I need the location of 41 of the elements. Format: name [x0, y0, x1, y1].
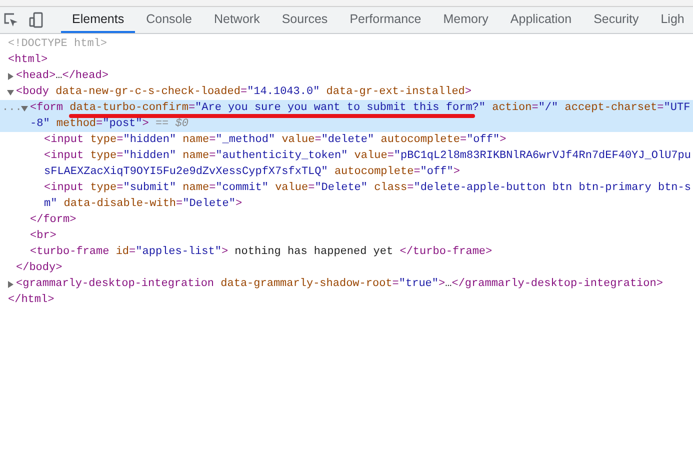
- dom-node-row[interactable]: ... <form data-turbo-confirm="Are you sure you want to submit this form?" action="/" accept-charset="UTF -8" method="post"> == $0: [0, 100, 693, 132]
- caret-right-icon[interactable]: [7, 281, 14, 288]
- panel-tab[interactable]: Performance: [338, 7, 432, 33]
- dom-node-row[interactable]: <html>: [0, 52, 693, 68]
- dom-node-row[interactable]: <body data-new-gr-c-s-check-loaded="14.1043.0" data-gr-ext-installed>: [0, 84, 693, 100]
- code-line: <turbo-frame id="apples-list"> nothing has happened yet </turbo-frame>: [30, 245, 494, 260]
- code-line: <input type="hidden" name="_method" value="delete" autocomplete="off">: [44, 133, 508, 148]
- code-line: <form data-turbo-confirm="Are you sure you want to submit this form?" action="/" accept-charset="UTF: [30, 101, 692, 116]
- code-line: </html>: [8, 293, 56, 308]
- panel-tab[interactable]: Sources: [270, 7, 339, 33]
- panel-tab[interactable]: Security: [582, 7, 650, 33]
- code-line: -8" method="post"> == $0: [30, 117, 190, 132]
- caret-right-icon[interactable]: [7, 73, 14, 80]
- panel-tab[interactable]: Console: [135, 7, 203, 33]
- dom-node-row[interactable]: <br>: [0, 228, 693, 244]
- code-line: <!DOCTYPE html>: [8, 37, 108, 52]
- code-line: <body data-new-gr-c-s-check-loaded="14.1043.0" data-gr-ext-installed>: [16, 85, 473, 100]
- panel-tab[interactable]: Network: [202, 7, 271, 33]
- code-line: <br>: [30, 229, 58, 244]
- dom-node-row[interactable]: <input type="hidden" name="_method" value="delete" autocomplete="off">: [0, 132, 693, 148]
- panel-tab[interactable]: Application: [499, 7, 583, 33]
- code-line: </body>: [16, 261, 64, 276]
- panel-tab[interactable]: Ligh: [650, 7, 693, 33]
- code-line: <html>: [8, 53, 49, 68]
- code-line: <input type="hidden" name="authenticity_token" value="pBC1qL2l8m83RIKBNlRA6wrVJf4Rn7dEF40YJ_OlU7pu: [44, 149, 692, 164]
- code-line: sFLAEXZacXiqT9OYI5Fu2e9dZvXessCypfX7sfxTLQ" autocomplete="off">: [44, 165, 461, 180]
- caret-down-icon[interactable]: [21, 105, 28, 112]
- code-line: </form>: [30, 213, 78, 228]
- dom-node-row[interactable]: <input type="hidden" name="authenticity_token" value="pBC1qL2l8m83RIKBNlRA6wrVJf4Rn7dEF40YJ_OlU7pu sFLAEXZacXiqT9OYI5Fu2e9dZvXessCypfX7sfxTLQ" autocomplete="off">: [0, 148, 693, 180]
- caret-down-icon[interactable]: [7, 89, 14, 96]
- code-line: <input type="submit" name="commit" value="Delete" class="delete-apple-button btn btn-primary btn-s: [44, 181, 692, 196]
- gutter-dots: ...: [2, 101, 22, 116]
- code-line: m" data-disable-with="Delete">: [44, 197, 244, 212]
- device-icon[interactable]: [29, 12, 43, 28]
- panel-tab[interactable]: Memory: [432, 7, 500, 33]
- dom-node-row[interactable]: <head>…</head>: [0, 68, 693, 84]
- dom-node-row[interactable]: <turbo-frame id="apples-list"> nothing has happened yet </turbo-frame>: [0, 244, 693, 260]
- panel-tab[interactable]: Elements: [61, 7, 136, 33]
- dom-node-row[interactable]: <input type="submit" name="commit" value="Delete" class="delete-apple-button btn btn-primary btn-s m" data-disable-with="Delete">: [0, 180, 693, 212]
- code-line: <head>…</head>: [16, 69, 110, 84]
- inspect-cursor-icon[interactable]: [3, 12, 19, 28]
